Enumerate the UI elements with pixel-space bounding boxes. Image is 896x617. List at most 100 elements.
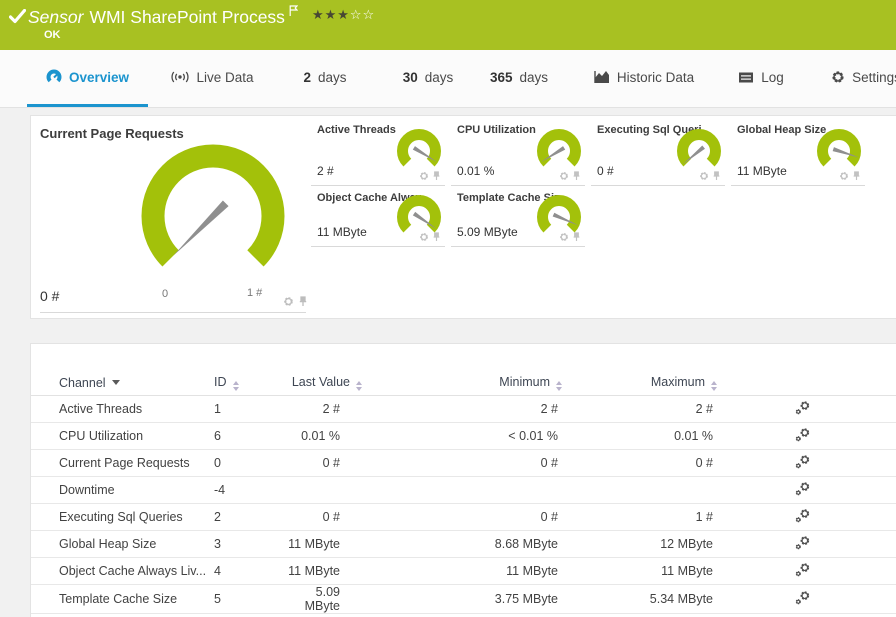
channel-settings-gears-icon[interactable] — [795, 590, 810, 608]
main-gauge — [141, 144, 285, 267]
sensor-header: Sensor WMI SharePoint Process ★★★☆☆ OK — [0, 0, 896, 50]
gauge-tile-global-heap-size: Global Heap Size 11 MByte — [731, 122, 865, 186]
priority-stars[interactable]: ★★★☆☆ — [312, 8, 375, 23]
tab-2-days[interactable]: 2 days — [290, 50, 360, 104]
tab-365-days[interactable]: 365 days — [482, 50, 556, 104]
last-value — [279, 476, 366, 504]
last-value: 0 # — [279, 449, 366, 477]
sort-icon — [356, 381, 362, 391]
channel-name[interactable]: Object Cache Always Liv... — [31, 557, 214, 585]
channel-name[interactable]: Global Heap Size — [31, 530, 214, 558]
broadcast-icon — [171, 71, 190, 83]
gauge-icon — [46, 69, 62, 83]
tab-log[interactable]: Log — [730, 50, 792, 104]
pin-icon[interactable] — [298, 296, 308, 307]
gear-icon[interactable] — [419, 171, 429, 181]
maximum-value: 12 MByte — [566, 530, 721, 558]
minimum-value: 8.68 MByte — [366, 530, 566, 558]
column-header-maximum[interactable]: Maximum — [566, 371, 721, 396]
tab-settings[interactable]: Settings — [832, 50, 896, 104]
maximum-value: 5.34 MByte — [566, 584, 721, 614]
minimum-value — [366, 476, 566, 504]
gear-icon — [832, 71, 844, 83]
pin-icon[interactable] — [432, 171, 441, 181]
channel-settings-gears-icon[interactable] — [795, 454, 810, 472]
gear-icon[interactable] — [699, 171, 709, 181]
maximum-value — [566, 476, 721, 504]
tile-value: 11 MByte — [737, 164, 787, 178]
channel-settings-gears-icon[interactable] — [795, 535, 810, 553]
channel-id: 6 — [214, 422, 279, 450]
maximum-value: 1 # — [566, 503, 721, 531]
gauge-tile-template-cache-size: Template Cache Size 5.09 MByte — [451, 190, 585, 247]
last-value: 5.09 MByte — [279, 584, 366, 614]
mini-gauge — [677, 129, 721, 167]
column-header-channel[interactable]: Channel — [31, 371, 214, 396]
gear-icon[interactable] — [559, 171, 569, 181]
minimum-value: < 0.01 % — [366, 422, 566, 450]
channel-id: 0 — [214, 449, 279, 477]
channel-name[interactable]: Active Threads — [31, 395, 214, 423]
gear-icon[interactable] — [839, 171, 849, 181]
last-value: 0 # — [279, 503, 366, 531]
channel-id: 3 — [214, 530, 279, 558]
mini-gauge — [397, 129, 441, 167]
tile-value: 5.09 MByte — [457, 225, 518, 239]
last-value: 11 MByte — [279, 557, 366, 585]
channel-table: Channel ID Last Value Minimum Maximum Ac… — [31, 371, 896, 616]
channel-settings-gears-icon[interactable] — [795, 400, 810, 418]
gear-icon[interactable] — [559, 232, 569, 242]
main-gauge-value: 0 # — [40, 288, 60, 304]
tab-bar: Overview Live Data 2 days 30 days 365 days … — [0, 50, 896, 108]
minimum-value: 3.75 MByte — [366, 584, 566, 614]
pin-icon[interactable] — [572, 232, 581, 242]
channel-id: 2 — [214, 503, 279, 531]
column-header-last-value[interactable]: Last Value — [279, 371, 366, 396]
channel-name[interactable]: Current Page Requests — [31, 449, 214, 477]
check-icon — [9, 9, 26, 24]
channel-name[interactable]: Downtime — [31, 476, 214, 504]
channel-settings-gears-icon[interactable] — [795, 562, 810, 580]
gear-icon[interactable] — [419, 232, 429, 242]
tab-label: Settings — [852, 69, 896, 85]
status-badge: OK — [44, 29, 61, 41]
minimum-value: 2 # — [366, 395, 566, 423]
table-row: Object Cache Always Liv... 4 11 MByte 11… — [31, 557, 896, 585]
gauges-panel: Current Page Requests 0 1 # 0 # Active T… — [30, 115, 896, 319]
channel-name[interactable]: Template Cache Size — [31, 584, 214, 614]
page-title: Sensor WMI SharePoint Process ★★★☆☆ — [28, 5, 375, 28]
table-row: Executing Sql Queries 2 0 # 0 # 1 # — [31, 503, 896, 531]
gear-icon[interactable] — [283, 296, 294, 307]
tab-label: Log — [761, 69, 784, 85]
flag-icon[interactable] — [289, 5, 299, 17]
channel-name[interactable]: Executing Sql Queries — [31, 503, 214, 531]
tab-live-data[interactable]: Live Data — [165, 50, 260, 104]
channel-settings-gears-icon[interactable] — [795, 427, 810, 445]
channel-id: 4 — [214, 557, 279, 585]
channel-id: 5 — [214, 584, 279, 614]
channel-id: 1 — [214, 395, 279, 423]
column-header-id[interactable]: ID — [214, 371, 279, 396]
table-row: Template Cache Size 5 5.09 MByte 3.75 MB… — [31, 584, 896, 614]
tab-30-days[interactable]: 30 days — [393, 50, 463, 104]
tab-label: Historic Data — [616, 69, 695, 85]
tab-historic-data[interactable]: Historic Data — [588, 50, 700, 104]
tile-value: 11 MByte — [317, 225, 367, 239]
channel-settings-gears-icon[interactable] — [795, 508, 810, 526]
pin-icon[interactable] — [432, 232, 441, 242]
minimum-value: 0 # — [366, 449, 566, 477]
column-header-minimum[interactable]: Minimum — [366, 371, 566, 396]
tab-overview[interactable]: Overview — [27, 50, 148, 107]
channel-name[interactable]: CPU Utilization — [31, 422, 214, 450]
pin-icon[interactable] — [712, 171, 721, 181]
table-row: Active Threads 1 2 # 2 # 2 # — [31, 395, 896, 423]
table-row: Current Page Requests 0 0 # 0 # 0 # — [31, 449, 896, 477]
main-gauge-scale-max: 1 # — [247, 287, 263, 299]
channel-settings-gears-icon[interactable] — [795, 481, 810, 499]
pin-icon[interactable] — [572, 171, 581, 181]
maximum-value: 0.01 % — [566, 422, 721, 450]
minimum-value: 11 MByte — [366, 557, 566, 585]
pin-icon[interactable] — [852, 171, 861, 181]
tile-value: 2 # — [317, 164, 334, 178]
gauge-tile-active-threads: Active Threads 2 # — [311, 122, 445, 186]
